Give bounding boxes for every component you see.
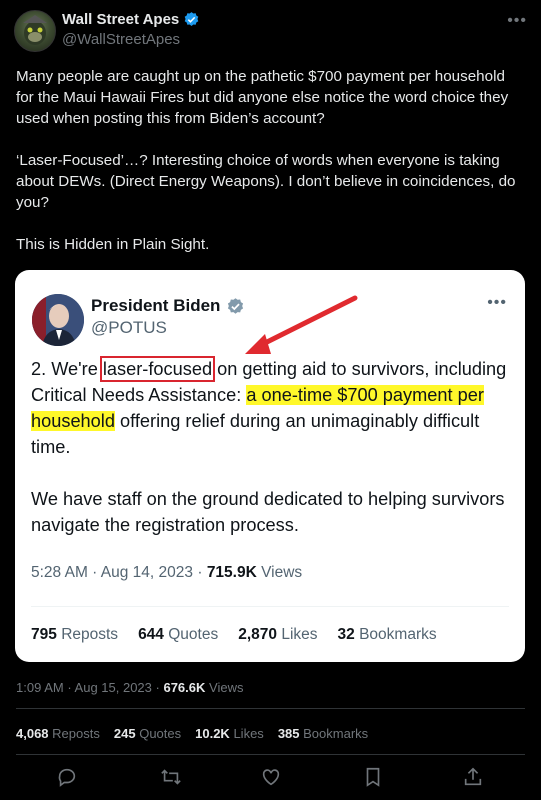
more-icon[interactable]: ••• — [507, 12, 527, 30]
reposts-stat[interactable]: 4,068 Reposts — [16, 726, 100, 741]
tweet-views-count: 676.6K — [163, 680, 206, 695]
bookmark-icon[interactable] — [362, 766, 384, 788]
repost-icon[interactable] — [160, 766, 182, 788]
tweet-date[interactable]: Aug 15, 2023 — [75, 680, 152, 695]
tweet-paragraph: This is Hidden in Plain Sight. — [16, 236, 210, 253]
tweet-text: Many people are caught up on the patheti… — [16, 66, 526, 276]
avatar[interactable] — [14, 10, 56, 52]
tweet-paragraph: ‘Laser-Focused’…? Interesting choice of … — [16, 152, 516, 211]
verified-badge-icon — [184, 12, 199, 26]
tweet-stats: 4,068 Reposts 245 Quotes 10.2K Likes 385… — [16, 726, 368, 741]
quotes-stat[interactable]: 245 Quotes — [114, 726, 181, 741]
likes-stat[interactable]: 10.2K Likes — [195, 726, 264, 741]
author-name[interactable]: Wall Street Apes — [62, 11, 179, 28]
share-icon[interactable] — [462, 766, 484, 788]
quoted-tweet-card[interactable]: President Biden @POTUS ••• 2. We're lase… — [15, 270, 525, 662]
reply-icon[interactable] — [56, 766, 78, 788]
tweet-views-label: Views — [209, 680, 244, 695]
divider — [16, 754, 525, 755]
tweet-meta: 1:09 AM · Aug 15, 2023 · 676.6K Views — [16, 680, 244, 695]
tweet-time[interactable]: 1:09 AM — [16, 680, 64, 695]
author-handle[interactable]: @WallStreetApes — [62, 31, 180, 48]
tweet-paragraph: Many people are caught up on the patheti… — [16, 68, 509, 127]
action-bar — [0, 760, 541, 794]
annotation-arrow-icon — [245, 295, 358, 354]
tweet-header: Wall Street Apes @WallStreetApes ••• — [0, 0, 541, 60]
like-icon[interactable] — [260, 766, 282, 788]
divider — [16, 708, 525, 709]
bookmarks-stat[interactable]: 385 Bookmarks — [278, 726, 368, 741]
